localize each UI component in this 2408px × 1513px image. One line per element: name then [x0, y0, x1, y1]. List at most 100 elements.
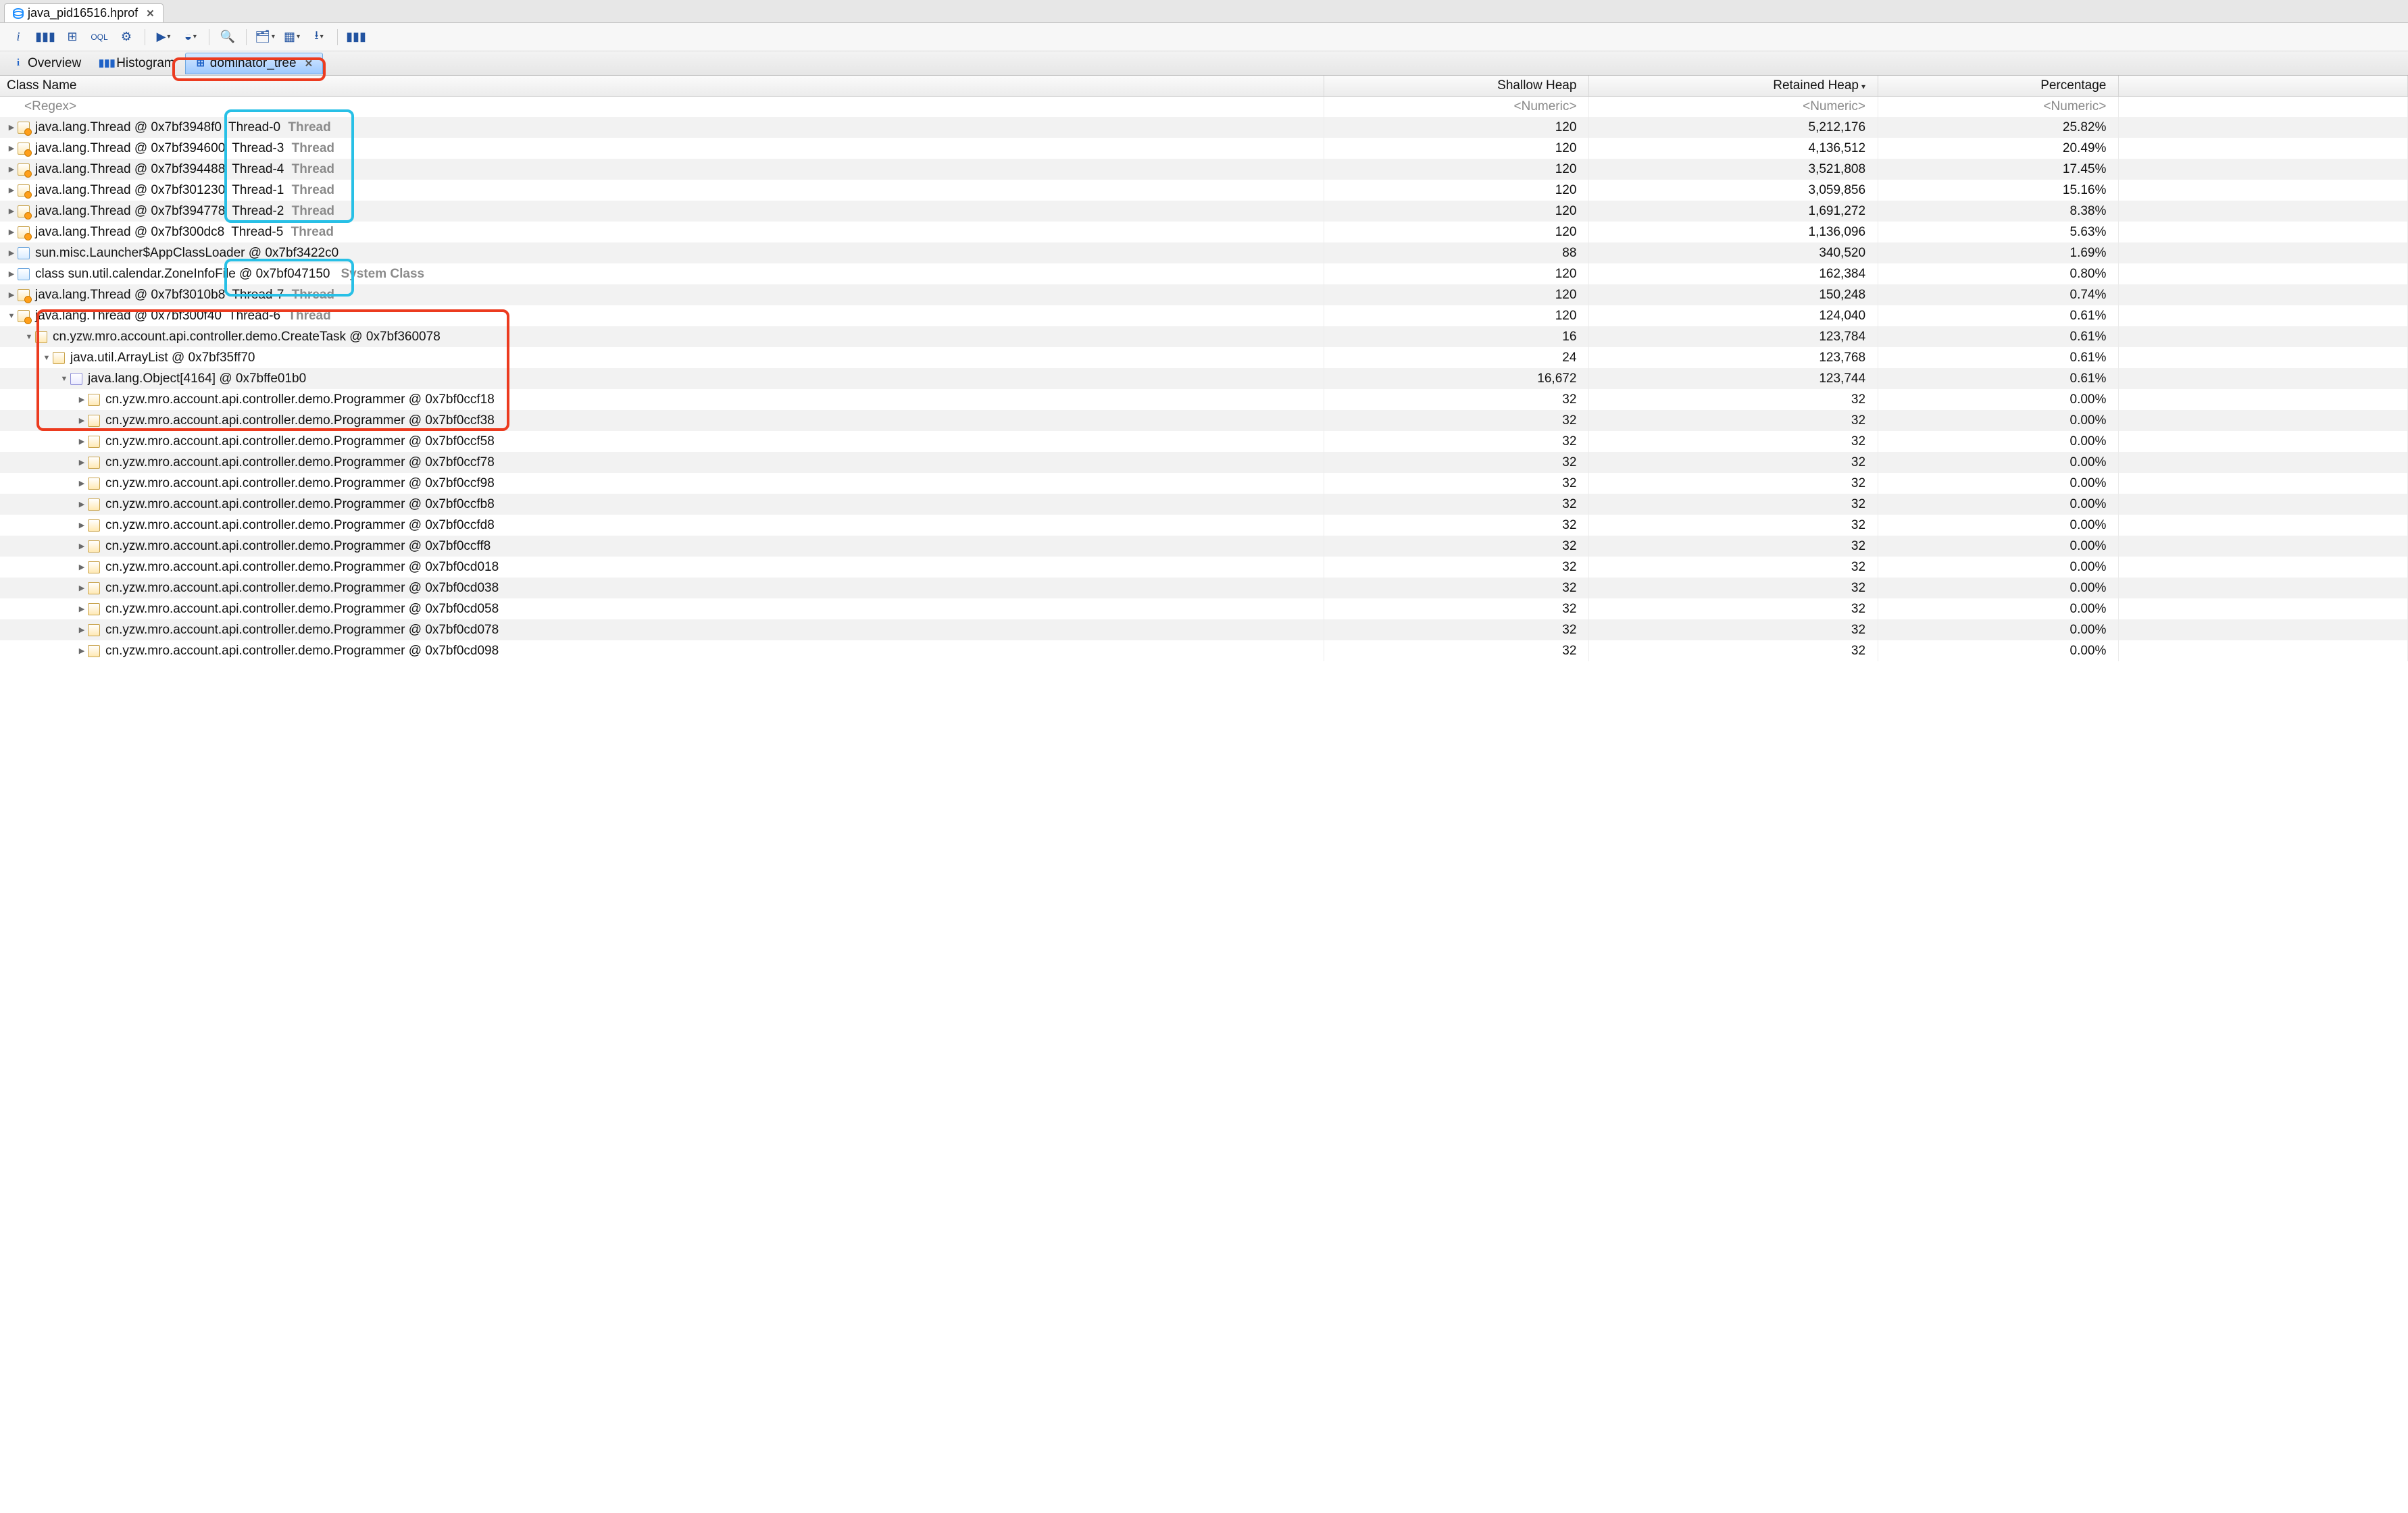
expand-toggle-icon[interactable] — [77, 453, 86, 471]
cell-retained-heap: 4,136,512 — [1589, 138, 1878, 159]
object-icon — [88, 645, 100, 657]
expand-toggle-icon[interactable] — [7, 181, 16, 199]
cell-percentage: 17.45% — [1878, 159, 2119, 180]
cell-retained-heap: 32 — [1589, 494, 1878, 515]
expand-toggle-icon[interactable] — [24, 328, 34, 346]
gear-icon[interactable]: ⚙ — [118, 28, 135, 46]
object-icon — [88, 603, 100, 615]
object-icon — [88, 478, 100, 490]
table-row[interactable]: cn.yzw.mro.account.api.controller.demo.C… — [0, 326, 2408, 347]
expand-toggle-icon[interactable] — [7, 118, 16, 136]
expand-toggle-icon[interactable] — [7, 244, 16, 262]
expand-toggle-icon[interactable] — [59, 369, 69, 388]
expand-toggle-icon[interactable] — [7, 139, 16, 157]
expand-toggle-icon[interactable] — [77, 558, 86, 576]
expand-toggle-icon[interactable] — [77, 495, 86, 513]
filter-class-name[interactable]: <Regex> — [24, 98, 76, 116]
expand-toggle-icon[interactable] — [77, 474, 86, 492]
row-label: java.lang.Thread @ 0x7bf300dc8 — [35, 224, 224, 241]
table-row[interactable]: java.lang.Thread @ 0x7bf3010b8Thread-7 T… — [0, 284, 2408, 305]
tab-dominator-tree[interactable]: ⊞ dominator_tree ✕ — [185, 53, 323, 74]
expand-toggle-icon[interactable] — [77, 537, 86, 555]
cell-shallow-heap: 32 — [1324, 515, 1589, 536]
close-icon[interactable]: ✕ — [146, 7, 155, 20]
info-icon[interactable]: i — [9, 28, 27, 46]
cell-shallow-heap: 120 — [1324, 201, 1589, 222]
table-row[interactable]: cn.yzw.mro.account.api.controller.demo.P… — [0, 473, 2408, 494]
calc-icon[interactable]: ▦▾ — [283, 28, 301, 46]
table-row[interactable]: java.lang.Thread @ 0x7bf301230Thread-1 T… — [0, 180, 2408, 201]
expand-toggle-icon[interactable] — [7, 223, 16, 241]
expand-toggle-icon[interactable] — [77, 621, 86, 639]
group-icon[interactable]: 🗂▾ — [256, 28, 274, 46]
oql-icon[interactable]: OQL — [91, 28, 108, 46]
expand-toggle-icon[interactable] — [77, 642, 86, 660]
cell-shallow-heap: 16,672 — [1324, 368, 1589, 389]
cell-retained-heap: 150,248 — [1589, 284, 1878, 305]
row-label: cn.yzw.mro.account.api.controller.demo.P… — [105, 621, 499, 639]
column-shallow-heap[interactable]: Shallow Heap — [1324, 76, 1589, 97]
expand-toggle-icon[interactable] — [77, 432, 86, 451]
table-row[interactable]: java.lang.Thread @ 0x7bf394600Thread-3 T… — [0, 138, 2408, 159]
cell-percentage: 0.00% — [1878, 431, 2119, 452]
file-tab[interactable]: java_pid16516.hprof ✕ — [4, 3, 164, 22]
expand-toggle-icon[interactable] — [7, 265, 16, 283]
cell-shallow-heap: 32 — [1324, 452, 1589, 473]
table-row[interactable]: cn.yzw.mro.account.api.controller.demo.P… — [0, 410, 2408, 431]
row-label: cn.yzw.mro.account.api.controller.demo.P… — [105, 559, 499, 576]
table-row[interactable]: cn.yzw.mro.account.api.controller.demo.P… — [0, 452, 2408, 473]
tab-histogram[interactable]: ▮▮▮ Histogram — [91, 53, 185, 74]
expand-toggle-icon[interactable] — [7, 286, 16, 304]
table-row[interactable]: cn.yzw.mro.account.api.controller.demo.P… — [0, 431, 2408, 452]
expand-toggle-icon[interactable] — [42, 349, 51, 367]
chart-icon[interactable]: ▮▮▮ — [347, 28, 365, 46]
tab-overview[interactable]: i Overview — [3, 53, 91, 74]
column-header-row: Class Name Shallow Heap Retained Heap▾ P… — [0, 76, 2408, 97]
expand-toggle-icon[interactable] — [7, 160, 16, 178]
tree-icon[interactable]: ⊞ — [64, 28, 81, 46]
db-action-icon[interactable]: ◒▾ — [182, 28, 199, 46]
table-row[interactable]: cn.yzw.mro.account.api.controller.demo.P… — [0, 598, 2408, 619]
table-row[interactable]: java.lang.Thread @ 0x7bf394488Thread-4 T… — [0, 159, 2408, 180]
expand-toggle-icon[interactable] — [7, 202, 16, 220]
row-label: sun.misc.Launcher$AppClassLoader @ 0x7bf… — [35, 245, 338, 262]
table-row[interactable]: java.lang.Thread @ 0x7bf3948f0Thread-0 T… — [0, 117, 2408, 138]
expand-toggle-icon[interactable] — [77, 600, 86, 618]
histogram-icon[interactable]: ▮▮▮ — [36, 28, 54, 46]
table-row[interactable]: cn.yzw.mro.account.api.controller.demo.P… — [0, 557, 2408, 578]
close-icon[interactable]: ✕ — [305, 57, 313, 70]
table-row[interactable]: cn.yzw.mro.account.api.controller.demo.P… — [0, 515, 2408, 536]
search-icon[interactable]: 🔍 — [219, 28, 236, 46]
column-retained-heap[interactable]: Retained Heap▾ — [1589, 76, 1878, 97]
table-row[interactable]: sun.misc.Launcher$AppClassLoader @ 0x7bf… — [0, 242, 2408, 263]
column-class-name[interactable]: Class Name — [0, 76, 1324, 97]
table-row[interactable]: java.lang.Thread @ 0x7bf300f40Thread-6 T… — [0, 305, 2408, 326]
cell-percentage: 0.00% — [1878, 389, 2119, 410]
table-row[interactable]: java.util.ArrayList @ 0x7bf35ff7024123,7… — [0, 347, 2408, 368]
filter-regex-row[interactable]: <Regex> <Numeric> <Numeric> <Numeric> — [0, 97, 2408, 118]
table-row[interactable]: cn.yzw.mro.account.api.controller.demo.P… — [0, 494, 2408, 515]
table-row[interactable]: cn.yzw.mro.account.api.controller.demo.P… — [0, 389, 2408, 410]
table-row[interactable]: cn.yzw.mro.account.api.controller.demo.P… — [0, 619, 2408, 640]
filter-retained[interactable]: <Numeric> — [1589, 97, 1878, 118]
expand-toggle-icon[interactable] — [7, 307, 16, 325]
table-row[interactable]: cn.yzw.mro.account.api.controller.demo.P… — [0, 578, 2408, 598]
cell-percentage: 0.00% — [1878, 640, 2119, 661]
table-row[interactable]: java.lang.Object[4164] @ 0x7bffe01b016,6… — [0, 368, 2408, 389]
table-row[interactable]: java.lang.Thread @ 0x7bf300dc8Thread-5 T… — [0, 222, 2408, 242]
expand-toggle-icon[interactable] — [77, 516, 86, 534]
filter-shallow[interactable]: <Numeric> — [1324, 97, 1589, 118]
run-icon[interactable]: ▶▾ — [155, 28, 172, 46]
expand-toggle-icon[interactable] — [77, 579, 86, 597]
cell-shallow-heap: 120 — [1324, 222, 1589, 242]
object-icon — [88, 436, 100, 448]
filter-percentage[interactable]: <Numeric> — [1878, 97, 2119, 118]
table-row[interactable]: class sun.util.calendar.ZoneInfoFile @ 0… — [0, 263, 2408, 284]
table-row[interactable]: cn.yzw.mro.account.api.controller.demo.P… — [0, 536, 2408, 557]
column-percentage[interactable]: Percentage — [1878, 76, 2119, 97]
table-row[interactable]: java.lang.Thread @ 0x7bf394778Thread-2 T… — [0, 201, 2408, 222]
table-row[interactable]: cn.yzw.mro.account.api.controller.demo.P… — [0, 640, 2408, 661]
expand-toggle-icon[interactable] — [77, 390, 86, 409]
export-icon[interactable]: ⭳▾ — [310, 28, 328, 46]
expand-toggle-icon[interactable] — [77, 411, 86, 430]
